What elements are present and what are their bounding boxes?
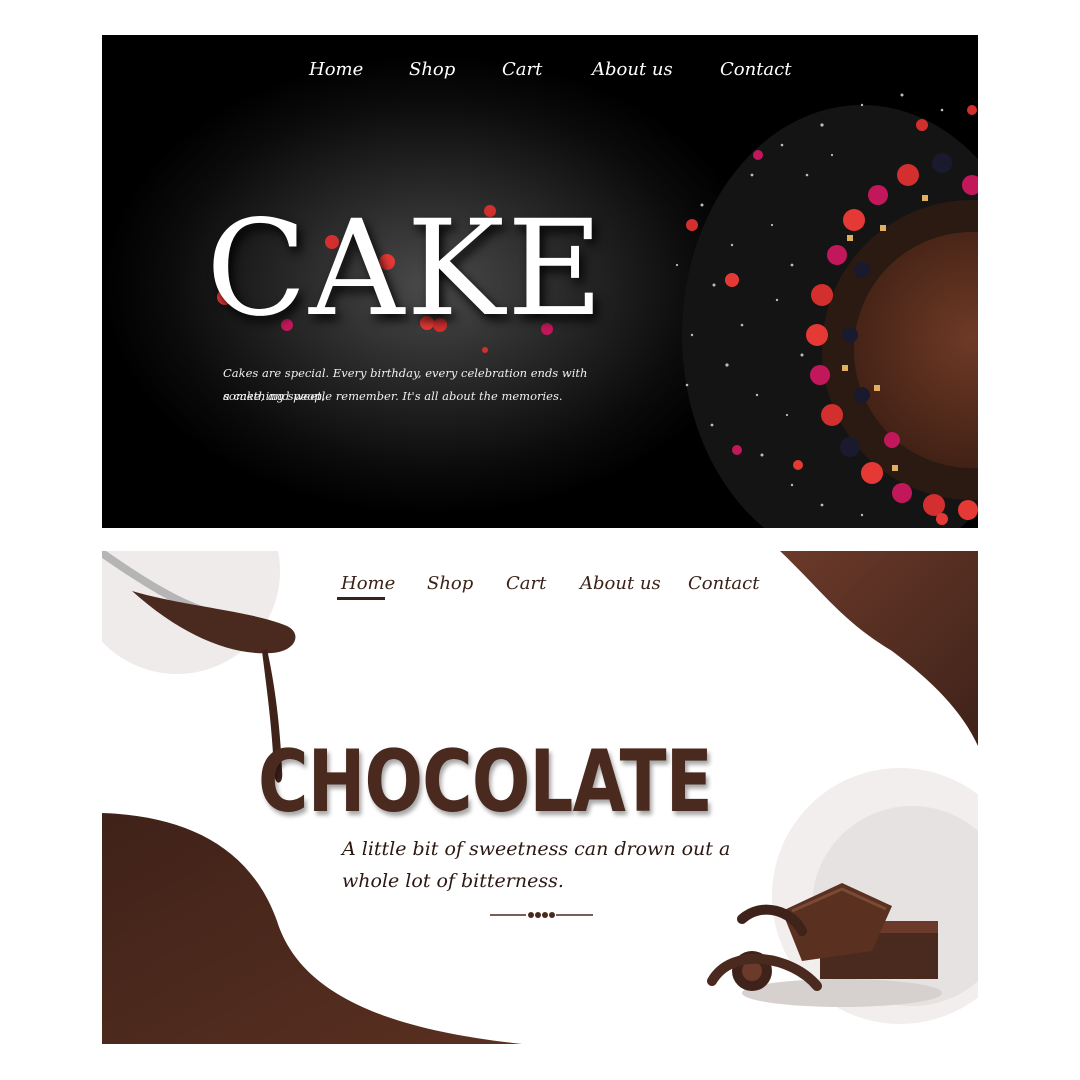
chocolate-tagline-line-1: A little bit of sweetness can drown out … bbox=[342, 838, 731, 860]
slider-indicator bbox=[490, 912, 593, 918]
cake-nav-shop[interactable]: Shop bbox=[409, 59, 455, 80]
slider-dot-3[interactable] bbox=[542, 912, 548, 918]
cake-nav-home[interactable]: Home bbox=[309, 59, 363, 80]
choc-nav-contact[interactable]: Contact bbox=[688, 573, 759, 594]
slider-dot-2[interactable] bbox=[535, 912, 541, 918]
chocolate-landing-page: Home Shop Cart About us Contact CHOCOLAT… bbox=[102, 551, 978, 1044]
cake-nav-cart[interactable]: Cart bbox=[502, 59, 542, 80]
cake-landing-page: Home Shop Cart About us Contact CAKE Cak… bbox=[102, 35, 978, 528]
chocolate-page-title: CHOCOLATE bbox=[258, 732, 713, 832]
slider-dot-4[interactable] bbox=[549, 912, 555, 918]
choc-nav-shop[interactable]: Shop bbox=[427, 573, 473, 594]
cake-page-title: CAKE bbox=[206, 192, 606, 346]
cake-nav-contact[interactable]: Contact bbox=[720, 59, 791, 80]
choc-nav-home[interactable]: Home bbox=[341, 573, 395, 594]
choc-nav-cart[interactable]: Cart bbox=[506, 573, 546, 594]
chocolate-tagline-line-2: whole lot of bitterness. bbox=[342, 870, 564, 892]
cake-tagline-line-2: a cake, and people remember. It's all ab… bbox=[223, 389, 563, 403]
active-nav-underline bbox=[337, 597, 385, 600]
cake-nav-about-us[interactable]: About us bbox=[592, 59, 673, 80]
slider-dot-1[interactable] bbox=[528, 912, 534, 918]
choc-nav-about-us[interactable]: About us bbox=[580, 573, 661, 594]
top-right-wave bbox=[780, 551, 978, 746]
